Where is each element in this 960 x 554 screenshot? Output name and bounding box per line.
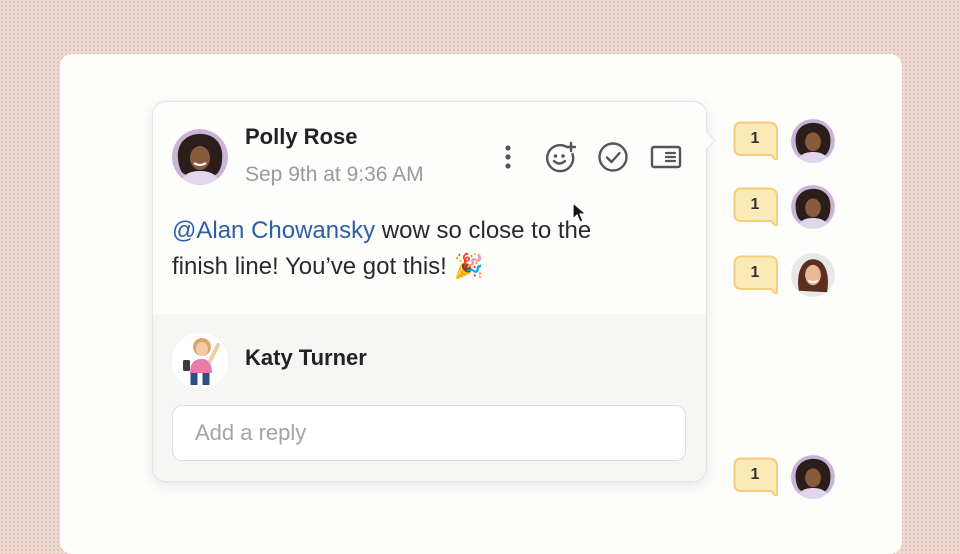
- author-avatar[interactable]: [172, 129, 228, 185]
- comment-marker[interactable]: 1: [733, 185, 837, 231]
- sidebar-panel-icon[interactable]: [650, 141, 682, 173]
- add-reaction-icon[interactable]: [544, 141, 576, 173]
- marker-avatar: [791, 455, 835, 499]
- resolve-check-icon[interactable]: [597, 141, 629, 173]
- marker-avatar: [791, 119, 835, 163]
- comment-body-line1: wow so close to the: [375, 217, 592, 244]
- reply-author-name: Katy Turner: [245, 345, 367, 370]
- comment-marker[interactable]: 1: [733, 253, 837, 299]
- comment-count: 1: [750, 196, 760, 213]
- comment-count: 1: [750, 264, 760, 281]
- comment-body-line2: finish line! You’ve got this! 🎉: [172, 253, 484, 280]
- reply-author-avatar: [172, 333, 228, 389]
- marker-avatar: [791, 253, 835, 297]
- comment-count: 1: [750, 130, 760, 147]
- mouse-cursor-icon: [572, 202, 588, 223]
- comment-count: 1: [750, 466, 760, 483]
- comment-popover: Polly Rose Sep 9th at 9:36 AM @Alan Chow…: [152, 101, 716, 482]
- comment-author-name: Polly Rose: [245, 124, 358, 149]
- more-options-icon[interactable]: [492, 141, 524, 173]
- reply-section: Katy Turner: [153, 314, 706, 481]
- comment-body: @Alan Chowansky wow so close to the fini…: [172, 213, 672, 285]
- marker-avatar: [791, 185, 835, 229]
- comment-marker[interactable]: 1: [733, 119, 837, 165]
- user-mention-link[interactable]: @Alan Chowansky: [172, 217, 375, 244]
- reply-input[interactable]: [172, 405, 686, 461]
- comment-timestamp: Sep 9th at 9:36 AM: [245, 163, 424, 186]
- comment-marker[interactable]: 1: [733, 455, 837, 501]
